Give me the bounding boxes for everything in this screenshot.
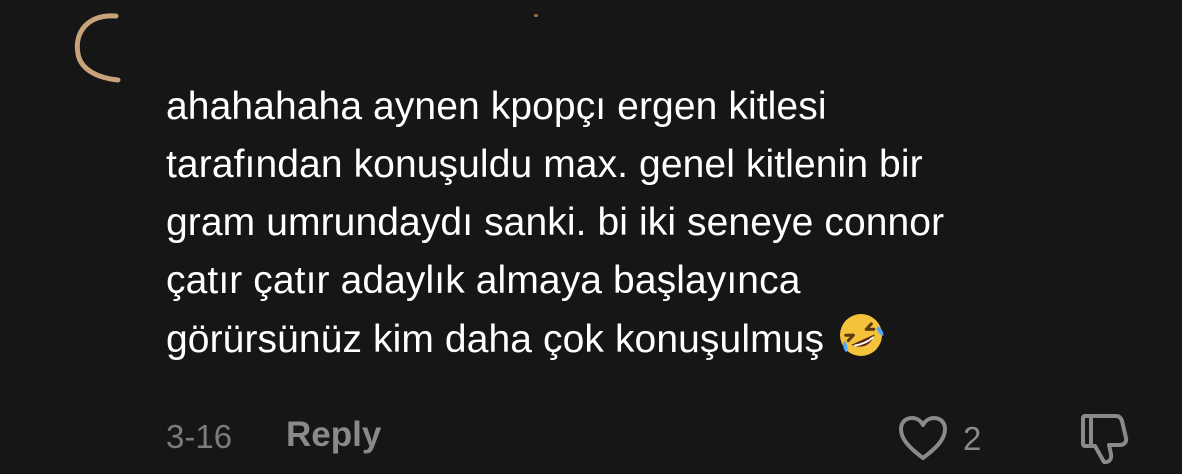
comment-line: tarafından konuşuldu max. genel kitlenin…	[166, 143, 923, 186]
comment-line: görürsünüz kim daha çok konuşulmuş	[166, 318, 825, 361]
heart-outline-icon[interactable]	[897, 414, 949, 462]
like-count: 2	[963, 420, 982, 457]
comment-line: çatır çatır adaylık almaya başlayınca	[166, 259, 801, 302]
thumbs-down-outline-icon[interactable]	[1080, 410, 1130, 466]
avatar[interactable]	[68, 6, 128, 86]
comment-text: ahahahaha aynen kpopçı ergen kitlesi tar…	[166, 78, 1126, 369]
rolling-on-the-floor-laughing-icon	[840, 314, 884, 356]
comment-timestamp: 3-16	[166, 418, 233, 455]
comment-line: ahahahaha aynen kpopçı ergen kitlesi	[166, 85, 827, 128]
reply-button[interactable]: Reply	[286, 415, 381, 455]
comment-line: gram umrundaydı sanki. bi iki seneye con…	[166, 201, 945, 244]
comment-last-line: görürsünüz kim daha çok konuşulmuş	[166, 310, 1126, 369]
avatar-fragment	[534, 14, 538, 17]
comment-item: ahahahaha aynen kpopçı ergen kitlesi tar…	[0, 0, 1182, 474]
